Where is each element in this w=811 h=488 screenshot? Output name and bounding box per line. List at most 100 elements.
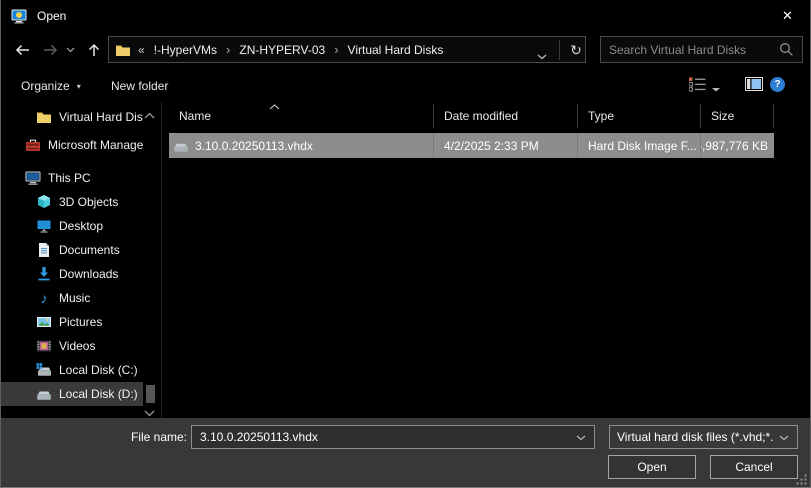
chevron-down-icon [779, 435, 789, 441]
sidebar-item-label: Music [59, 291, 90, 305]
resize-grip[interactable] [796, 474, 807, 485]
sidebar-item-downloads[interactable]: Downloads [1, 262, 143, 286]
address-dropdown-button[interactable] [537, 47, 547, 65]
file-name-label: File name: [99, 425, 187, 449]
file-name-combobox [191, 425, 595, 449]
file-type-text: Hard Disk Image F... [588, 139, 697, 153]
sidebar-scrollbar-thumb[interactable] [146, 385, 155, 403]
new-folder-button[interactable]: New folder [111, 76, 168, 96]
refresh-button[interactable]: ↻ [566, 41, 586, 59]
management-console-icon [25, 137, 41, 153]
sidebar-item-this-pc[interactable]: This PC [1, 166, 143, 190]
cancel-button[interactable]: Cancel [710, 455, 798, 479]
app-icon [11, 8, 27, 24]
search-box [600, 36, 803, 63]
divider [559, 40, 560, 60]
this-pc-icon [25, 170, 41, 186]
sidebar-item-desktop[interactable]: Desktop [1, 214, 143, 238]
sidebar-item-3d-objects[interactable]: 3D Objects [1, 190, 143, 214]
cancel-button-label: Cancel [735, 460, 772, 474]
up-arrow-icon [86, 42, 102, 58]
open-dialog: Open ✕ [0, 0, 811, 488]
sidebar-item-label: 3D Objects [59, 195, 118, 209]
preview-pane-button[interactable] [745, 77, 763, 96]
chevron-up-icon [144, 112, 155, 119]
column-header-name[interactable]: Name [169, 104, 434, 128]
sidebar-item-documents[interactable]: Documents [1, 238, 143, 262]
back-arrow-icon [14, 42, 31, 58]
search-icon[interactable] [779, 42, 794, 57]
sidebar-item-label: This PC [48, 171, 91, 185]
breadcrumb-item[interactable]: !-HyperVMs [154, 43, 217, 57]
column-header-type[interactable]: Type [578, 104, 701, 128]
column-header-date-modified[interactable]: Date modified [434, 104, 578, 128]
search-input[interactable] [609, 38, 769, 61]
desktop-icon [36, 218, 52, 234]
column-label: Name [179, 109, 211, 123]
sidebar-item-local-disk-c[interactable]: Local Disk (C:) [1, 358, 143, 382]
view-options-caret[interactable] [711, 80, 721, 98]
organize-button[interactable]: Organize ▾ [21, 76, 81, 96]
close-icon: ✕ [782, 8, 793, 24]
column-header-size[interactable]: Size [701, 104, 774, 128]
file-size-cell: 6,987,776 KB [701, 133, 774, 158]
chevron-down-icon [537, 54, 547, 60]
file-date-cell: 4/2/2025 2:33 PM [434, 133, 578, 158]
close-button[interactable]: ✕ [765, 0, 810, 32]
sidebar-item-label: Documents [59, 243, 120, 257]
back-button[interactable] [13, 41, 31, 59]
sidebar-item-label: Virtual Hard Disk [59, 110, 143, 124]
breadcrumb-overflow-icon[interactable]: « [138, 43, 145, 57]
breadcrumb-separator-icon[interactable]: › [334, 43, 338, 56]
pictures-icon [36, 314, 52, 330]
help-button[interactable]: ? [770, 77, 785, 92]
address-bar[interactable]: « !-HyperVMs › ZN-HYPERV-03 › Virtual Ha… [108, 36, 586, 63]
dialog-footer: File name: Virtual hard disk files (*.vh… [1, 418, 810, 488]
command-toolbar: Organize ▾ New folder [1, 68, 810, 102]
sidebar-scroll-up-button[interactable] [144, 106, 155, 124]
sidebar-item-videos[interactable]: Videos [1, 334, 143, 358]
chevron-down-icon [144, 410, 155, 417]
music-icon: ♪ [36, 290, 52, 306]
file-date-text: 4/2/2025 2:33 PM [444, 139, 539, 153]
sidebar-item-local-disk-d[interactable]: Local Disk (D:) [1, 382, 143, 406]
chevron-down-icon[interactable] [576, 435, 586, 441]
folder-icon [36, 109, 52, 125]
sidebar-item-microsoft-management[interactable]: Microsoft Manage [1, 133, 143, 157]
folder-icon [115, 42, 131, 58]
file-row-selected[interactable]: 3.10.0.20250113.vhdx 4/2/2025 2:33 PM Ha… [169, 133, 774, 158]
main-area: Virtual Hard Disk Microsoft Manage [1, 102, 810, 418]
navigation-pane: Virtual Hard Disk Microsoft Manage [1, 102, 162, 418]
sidebar-item-music[interactable]: ♪ Music [1, 286, 143, 310]
forward-button[interactable] [41, 41, 59, 59]
preview-pane-icon [745, 77, 763, 91]
file-name-text: 3.10.0.20250113.vhdx [195, 139, 313, 153]
sidebar-item-label: Downloads [59, 267, 118, 281]
local-disk-c-icon [36, 362, 52, 378]
sidebar-item-virtual-hard-disk[interactable]: Virtual Hard Disk [1, 105, 143, 129]
column-label: Date modified [444, 109, 518, 123]
navigation-bar: « !-HyperVMs › ZN-HYPERV-03 › Virtual Ha… [1, 32, 810, 68]
file-name-input[interactable] [192, 426, 570, 448]
recent-locations-button[interactable] [64, 41, 76, 59]
downloads-icon [36, 266, 52, 282]
sidebar-item-pictures[interactable]: Pictures [1, 310, 143, 334]
column-headers: Name Date modified Type Size [169, 102, 774, 128]
file-name-cell: 3.10.0.20250113.vhdx [169, 133, 434, 158]
file-list-pane: Name Date modified Type Size [163, 102, 810, 418]
breadcrumb-separator-icon[interactable]: › [226, 43, 230, 56]
file-type-value: Virtual hard disk files (*.vhd;*. [617, 430, 777, 444]
chevron-down-icon [66, 47, 75, 53]
up-button[interactable] [85, 41, 103, 59]
sidebar-item-label: Microsoft Manage [48, 138, 143, 152]
chevron-down-icon: ▾ [77, 82, 81, 91]
breadcrumb-item[interactable]: ZN-HYPERV-03 [239, 43, 325, 57]
change-view-button[interactable] [689, 77, 706, 97]
breadcrumb-item[interactable]: Virtual Hard Disks [348, 43, 444, 57]
open-button[interactable]: Open [608, 455, 696, 479]
sidebar-item-label: Pictures [59, 315, 102, 329]
title-bar: Open ✕ [1, 0, 810, 32]
sidebar-item-label: Local Disk (D:) [59, 387, 138, 401]
file-type-dropdown[interactable]: Virtual hard disk files (*.vhd;*. [609, 425, 798, 449]
details-view-icon [689, 77, 706, 92]
